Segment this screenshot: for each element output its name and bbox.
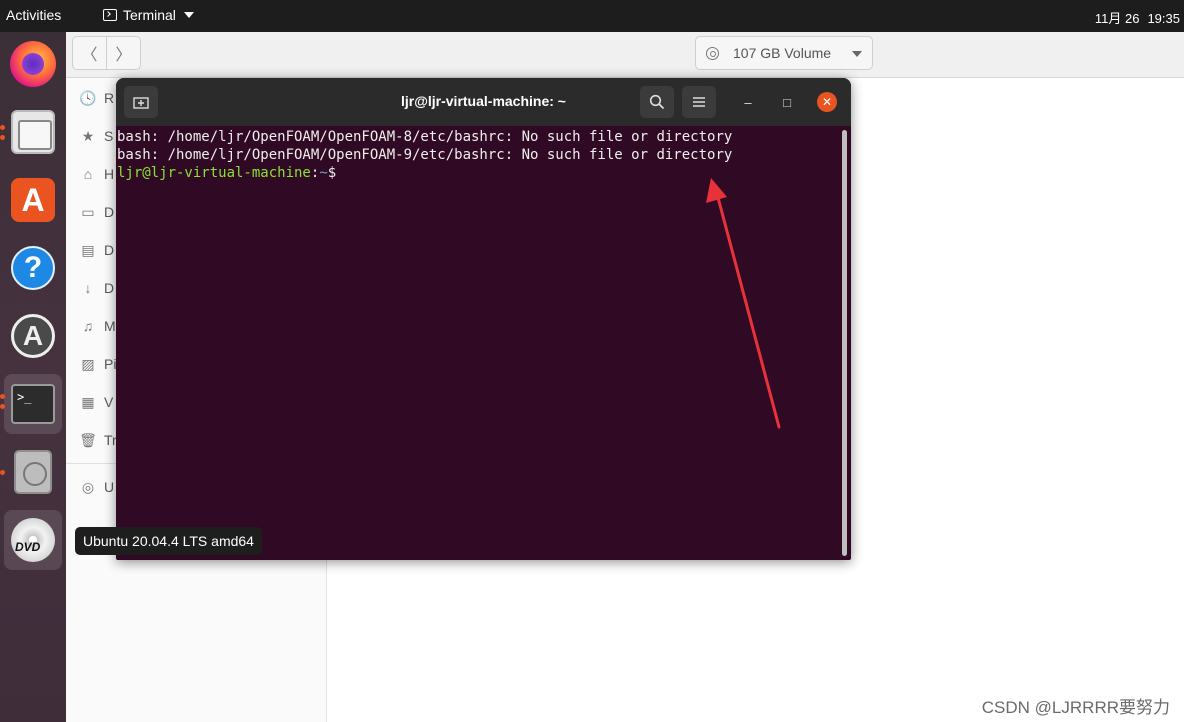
- sidebar-item-volume[interactable]: ◎ U: [80, 477, 114, 497]
- clock-time: 19:35: [1147, 11, 1180, 26]
- terminal-headerbar[interactable]: ljr@ljr-virtual-machine: ~ – □ ✕: [116, 78, 851, 126]
- software-updater-icon: A: [11, 314, 55, 358]
- sidebar-item-desktop[interactable]: ▭ D: [80, 202, 114, 222]
- clock-date: 11月 26: [1094, 11, 1140, 26]
- running-indicator: [0, 135, 5, 140]
- dock-software-updater[interactable]: A: [4, 306, 62, 366]
- chevron-down-icon: [852, 51, 862, 57]
- sidebar-item-label: M: [104, 318, 116, 334]
- dock: A ? A >_ DVD: [0, 32, 66, 722]
- close-button[interactable]: ✕: [817, 92, 837, 112]
- terminal-line: bash: /home/ljr/OpenFOAM/OpenFOAM-8/etc/…: [117, 129, 733, 145]
- trash-icon: 🗑: [79, 431, 97, 448]
- videos-icon: ▦: [81, 393, 95, 410]
- help-icon: ?: [11, 246, 55, 290]
- sidebar-item-label: D: [104, 204, 115, 220]
- terminal-app-icon: [103, 9, 117, 21]
- software-store-icon: A: [11, 178, 55, 222]
- sidebar-item-trash[interactable]: 🗑 Tr: [79, 430, 117, 450]
- sidebar-item-downloads[interactable]: ↓ D: [80, 278, 115, 298]
- running-indicator: [0, 394, 5, 399]
- menu-button[interactable]: [682, 86, 716, 118]
- firefox-icon: [10, 41, 56, 87]
- terminal-line: bash: /home/ljr/OpenFOAM/OpenFOAM-9/etc/…: [117, 147, 733, 163]
- chevron-down-icon: [183, 12, 194, 18]
- dock-software-center[interactable]: A: [4, 170, 62, 230]
- sidebar-item-videos[interactable]: ▦ V: [80, 392, 113, 412]
- pictures-icon: ▨: [81, 355, 95, 372]
- prompt-path: ~: [319, 165, 328, 181]
- clock[interactable]: 11月 26 19:35: [1087, 8, 1180, 27]
- prompt-symbol: $: [327, 165, 337, 181]
- sidebar-item-label: S: [104, 128, 114, 144]
- dock-help[interactable]: ?: [4, 238, 62, 298]
- running-indicator: [0, 125, 5, 130]
- location-button[interactable]: 107 GB Volume: [695, 36, 873, 70]
- watermark: CSDN @LJRRRR要努力: [981, 698, 1170, 717]
- sidebar-item-starred[interactable]: ★ S: [80, 126, 114, 146]
- dock-files[interactable]: [4, 102, 62, 162]
- sidebar-item-music[interactable]: ♫ M: [80, 316, 116, 336]
- home-icon: ⌂: [83, 166, 93, 182]
- terminal-icon: >_: [11, 384, 55, 424]
- files-icon: [11, 110, 55, 154]
- hamburger-icon: [693, 97, 705, 107]
- dock-disk-image[interactable]: [4, 442, 62, 502]
- disk-icon: [14, 450, 52, 494]
- desktop-icon: ▭: [81, 203, 95, 220]
- dock-terminal[interactable]: >_: [4, 374, 62, 434]
- sidebar-item-pictures[interactable]: ▨ Pi: [80, 354, 116, 374]
- dock-dvd-volume[interactable]: DVD: [4, 510, 62, 570]
- prompt-user: ljr@ljr-virtual-machine: [117, 165, 311, 181]
- clock-icon: 🕓: [79, 89, 97, 106]
- sidebar-item-home[interactable]: ⌂ H: [80, 164, 114, 184]
- disc-icon: [706, 46, 719, 60]
- sidebar-item-documents[interactable]: ▤ D: [80, 240, 114, 260]
- documents-icon: ▤: [81, 241, 95, 258]
- search-button[interactable]: [640, 86, 674, 118]
- downloads-icon: ↓: [84, 280, 92, 296]
- terminal-window: ljr@ljr-virtual-machine: ~ – □ ✕ bash: /…: [116, 78, 851, 560]
- sidebar-item-label: U: [104, 479, 115, 495]
- app-menu-label: Terminal: [123, 7, 176, 23]
- sidebar-item-label: V: [104, 394, 114, 410]
- minimize-button[interactable]: –: [738, 92, 758, 112]
- star-icon: ★: [81, 127, 95, 144]
- sidebar-item-label: R: [104, 90, 115, 106]
- sidebar-item-label: H: [104, 166, 115, 182]
- terminal-scrollbar[interactable]: [842, 130, 847, 556]
- location-label: 107 GB Volume: [733, 45, 832, 61]
- back-button[interactable]: 〈: [72, 36, 107, 70]
- sidebar-item-label: Pi: [104, 356, 117, 372]
- file-manager-headerbar: 〈 〉 107 GB Volume: [66, 32, 1184, 78]
- disc-icon: ◎: [81, 478, 95, 495]
- activities-button[interactable]: Activities: [6, 7, 61, 23]
- sidebar-item-label: D: [104, 242, 115, 258]
- forward-button[interactable]: 〉: [106, 36, 141, 70]
- terminal-output[interactable]: bash: /home/ljr/OpenFOAM/OpenFOAM-8/etc/…: [116, 126, 851, 560]
- maximize-button[interactable]: □: [777, 92, 797, 112]
- dock-tooltip: Ubuntu 20.04.4 LTS amd64: [75, 527, 262, 555]
- music-icon: ♫: [82, 318, 94, 334]
- terminal-prompt: ljr@ljr-virtual-machine:~$: [117, 164, 851, 182]
- sidebar-item-recent[interactable]: 🕓 R: [79, 88, 115, 108]
- running-indicator: [0, 470, 5, 475]
- running-indicator: [0, 404, 5, 409]
- sidebar-item-label: D: [104, 280, 115, 296]
- search-icon: [649, 94, 665, 110]
- sidebar-item-label: Tr: [104, 432, 117, 448]
- top-bar: Activities Terminal 11月 26 19:35: [0, 0, 1184, 32]
- app-menu-terminal[interactable]: Terminal: [103, 7, 194, 23]
- dvd-icon: DVD: [11, 518, 55, 562]
- dock-firefox[interactable]: [4, 34, 62, 94]
